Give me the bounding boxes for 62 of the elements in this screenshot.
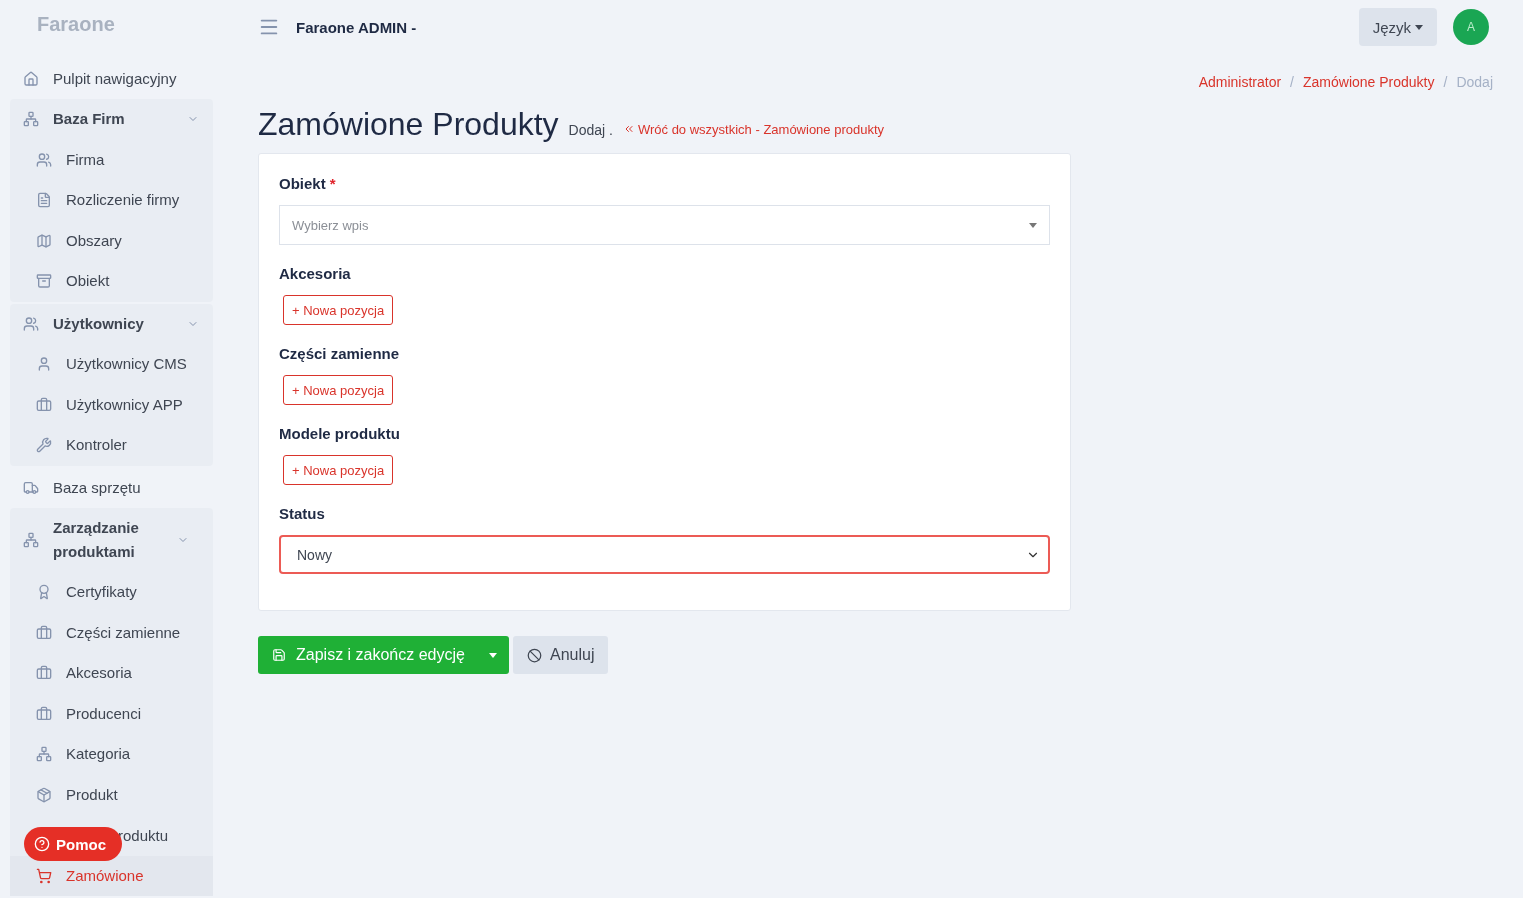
menu-item-icon	[36, 396, 52, 413]
sidebar-item[interactable]: Firma	[10, 139, 213, 180]
help-icon	[34, 836, 50, 852]
menu-item-icon	[36, 624, 52, 641]
field-label: Obiekt	[279, 175, 326, 193]
sidebar-group-header[interactable]: Zarządzanie produktami	[10, 508, 213, 572]
menu-item-icon	[36, 786, 52, 803]
required-mark: *	[329, 175, 336, 193]
menu-item-icon	[36, 151, 52, 168]
breadcrumb-separator: /	[1443, 74, 1448, 91]
menu-item-icon	[36, 192, 52, 209]
language-dropdown[interactable]: Język	[1358, 8, 1437, 46]
sidebar-item[interactable]: Obszary	[10, 220, 213, 261]
sidebar-item[interactable]: Obiekt	[10, 261, 213, 302]
page-subtitle: Dodaj .	[568, 122, 613, 138]
sidebar-item[interactable]: Produkt	[10, 774, 213, 815]
sidebar-item[interactable]: Zamówione	[10, 855, 213, 896]
menu-item-icon	[36, 746, 52, 763]
group-icon	[23, 111, 39, 128]
sidebar-item[interactable]: Baza sprzętu	[10, 467, 213, 508]
sidebar-item[interactable]: Akcesoria	[10, 653, 213, 694]
cancel-button[interactable]: Anuluj	[512, 636, 609, 674]
menu-item-icon	[23, 70, 39, 87]
sidebar-group-header[interactable]: Baza Firm	[10, 99, 213, 140]
add-item-button[interactable]: + Nowa pozycja	[283, 375, 394, 405]
group-icon	[23, 315, 39, 332]
add-item-button[interactable]: + Nowa pozycja	[283, 455, 394, 485]
page-title: Zamówione Produkty	[258, 105, 559, 143]
menu-item-icon	[36, 232, 52, 249]
breadcrumb-separator: /	[1290, 74, 1294, 91]
sidebar-item[interactable]: Rozliczenie firmy	[10, 180, 213, 221]
sidebar-item[interactable]: Użytkownicy CMS	[10, 344, 213, 385]
breadcrumb-link[interactable]: Zamówione Produkty	[1303, 74, 1435, 91]
sidebar-item[interactable]: Producenci	[10, 693, 213, 734]
add-item-button[interactable]: + Nowa pozycja	[283, 295, 394, 325]
sidebar-item[interactable]: Użytkownicy APP	[10, 384, 213, 425]
field-label: Akcesoria	[279, 265, 351, 283]
menu-item-icon	[23, 479, 39, 496]
field-label: Modele produktu	[279, 425, 400, 443]
back-link[interactable]: Wróć do wszystkich - Zamówione produkty	[622, 121, 885, 137]
menu-item-icon	[36, 356, 52, 373]
field-label: Części zamienne	[279, 345, 400, 363]
menu-item-icon	[36, 665, 52, 682]
sidebar-item[interactable]: Pulpit nawigacyjny	[10, 58, 213, 99]
menu-item-icon	[36, 273, 52, 290]
brand-logo: Faraone	[37, 12, 115, 36]
field-label: Status	[279, 505, 325, 523]
save-icon	[272, 648, 286, 662]
sidebar-item[interactable]: Certyfikaty	[10, 572, 213, 613]
app-title: Faraone ADMIN -	[296, 18, 417, 36]
breadcrumb-link[interactable]: Administrator	[1198, 74, 1282, 91]
menu-item-icon	[36, 584, 52, 601]
sidebar-item[interactable]: Kategoria	[10, 734, 213, 775]
ban-icon	[526, 647, 542, 663]
sidebar-item[interactable]: Części zamienne	[10, 612, 213, 653]
sidebar-item[interactable]: Kontroler	[10, 425, 213, 466]
group-icon	[23, 532, 39, 548]
menu-item-icon	[36, 867, 52, 884]
sidebar-group-header[interactable]: Użytkownicy	[10, 303, 213, 344]
menu-item-icon	[36, 437, 52, 454]
menu-item-icon	[36, 705, 52, 722]
status-select[interactable]: Nowy	[279, 535, 1050, 574]
